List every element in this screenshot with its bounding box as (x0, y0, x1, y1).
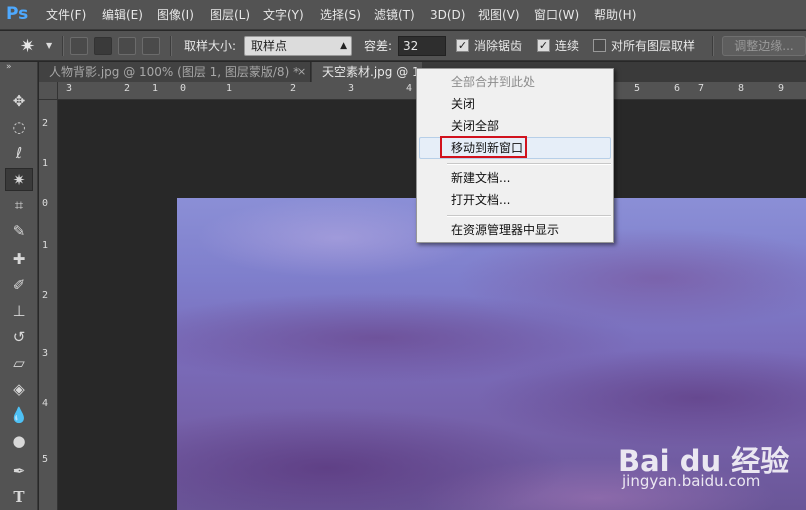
ruler-label: 0 (42, 198, 49, 209)
sample-size-label: 取样大小: (184, 39, 237, 53)
menu-help[interactable]: 帮助(H) (594, 0, 636, 30)
contiguous-checkbox[interactable]: ✓ (537, 39, 550, 52)
menu-3d[interactable]: 3D(D) (430, 0, 465, 30)
collapse-panel-icon[interactable]: » (6, 62, 12, 72)
ruler-corner (39, 82, 58, 100)
ruler-label: 1 (42, 240, 49, 251)
ruler-label: 2 (42, 290, 49, 301)
ruler-label: 3 (66, 83, 73, 94)
magic-wand-icon[interactable]: ✷ (20, 36, 35, 57)
ruler-label: 9 (778, 83, 785, 94)
type-tool-icon[interactable]: T (5, 486, 33, 509)
highlight-annotation-box (440, 136, 527, 158)
history-brush-tool-icon[interactable]: ↺ (5, 326, 33, 349)
crop-tool-icon[interactable]: ⌗ (5, 194, 33, 217)
menu-item-consolidate-all-here[interactable]: 全部合并到此处 (419, 71, 611, 93)
brush-tool-icon[interactable]: ✐ (5, 274, 33, 297)
sample-size-value: 取样点 (251, 39, 288, 53)
eyedropper-tool-icon[interactable]: ✎ (5, 220, 33, 243)
lasso-tool-icon[interactable]: ℓ (5, 142, 33, 165)
intersect-selection-button[interactable] (142, 37, 160, 55)
ruler-label: 2 (290, 83, 297, 94)
baidu-jingyan-watermark: Bai du 经验 jingyan.baidu.com (616, 424, 802, 508)
tab-title: 人物背影.jpg @ 100% (图层 1, 图层蒙版/8) * (49, 65, 300, 79)
ruler-label: 2 (124, 83, 131, 94)
tools-panel: » ✥ ◌ ℓ ✷ ⌗ ✎ ✚ ✐ ⊥ ↺ ▱ ◈ 💧 ● ✒ T (0, 62, 38, 510)
options-bar: ✷ ▼ 取样大小: 取样点 ▲ 容差: 32 ✓ 消除锯齿 ✓ 连续 对所有图层… (0, 31, 806, 61)
ruler-label: 3 (42, 348, 49, 359)
move-tool-icon[interactable]: ✥ (5, 90, 33, 113)
ruler-label: 2 (42, 118, 49, 129)
sample-all-layers-label: 对所有图层取样 (611, 39, 696, 53)
tolerance-label: 容差: (364, 39, 393, 53)
subtract-from-selection-button[interactable] (118, 37, 136, 55)
photoshop-logo: Ps (6, 4, 29, 24)
menu-image[interactable]: 图像(I) (157, 0, 194, 30)
menu-item-close[interactable]: 关闭 (419, 93, 611, 115)
watermark-url: jingyan.baidu.com (622, 472, 761, 490)
ruler-label: 1 (152, 83, 159, 94)
eraser-tool-icon[interactable]: ▱ (5, 352, 33, 375)
menu-item-close-all[interactable]: 关闭全部 (419, 115, 611, 137)
ruler-label: 3 (348, 83, 355, 94)
ruler-label: 1 (226, 83, 233, 94)
paint-bucket-tool-icon[interactable]: ◈ (5, 378, 33, 401)
magic-wand-tool-icon[interactable]: ✷ (5, 168, 33, 191)
ruler-label: 5 (42, 454, 49, 465)
tab-sky-material[interactable]: 天空素材.jpg @ 1 (312, 62, 422, 82)
clone-stamp-tool-icon[interactable]: ⊥ (5, 300, 33, 323)
tolerance-input[interactable]: 32 (398, 36, 446, 56)
ruler-label: 5 (634, 83, 641, 94)
add-to-selection-button[interactable] (94, 37, 112, 55)
menu-filter[interactable]: 滤镜(T) (374, 0, 415, 30)
menu-separator (447, 163, 611, 165)
ruler-label: 7 (698, 83, 705, 94)
tab-title: 天空素材.jpg @ 1 (322, 65, 420, 79)
pen-tool-icon[interactable]: ✒ (5, 460, 33, 483)
menu-file[interactable]: 文件(F) (46, 0, 86, 30)
ruler-label: 0 (180, 83, 187, 94)
ruler-label: 6 (674, 83, 681, 94)
marquee-tool-icon[interactable]: ◌ (5, 116, 33, 139)
menu-item-reveal-in-explorer[interactable]: 在资源管理器中显示 (419, 219, 611, 241)
menu-edit[interactable]: 编辑(E) (102, 0, 143, 30)
ruler-label: 4 (42, 398, 49, 409)
select-arrows-icon: ▲ (340, 41, 347, 51)
tab-person-back[interactable]: 人物背影.jpg @ 100% (图层 1, 图层蒙版/8) * × (39, 62, 311, 82)
menu-select[interactable]: 选择(S) (320, 0, 361, 30)
ruler-label: 8 (738, 83, 745, 94)
menu-item-new-document[interactable]: 新建文档... (419, 167, 611, 189)
new-selection-button[interactable] (70, 37, 88, 55)
menu-type[interactable]: 文字(Y) (263, 0, 304, 30)
ruler-label: 4 (406, 83, 413, 94)
refine-edge-button[interactable]: 调整边缘... (722, 36, 806, 56)
blur-tool-icon[interactable]: 💧 (5, 404, 33, 427)
menu-window[interactable]: 窗口(W) (534, 0, 579, 30)
sample-all-layers-checkbox[interactable] (593, 39, 606, 52)
contiguous-label: 连续 (555, 39, 580, 53)
sample-size-select[interactable]: 取样点 ▲ (244, 36, 352, 56)
tool-preset-chevron-down-icon[interactable]: ▼ (46, 41, 52, 50)
menu-separator (447, 215, 611, 217)
menu-layer[interactable]: 图层(L) (210, 0, 250, 30)
menu-bar: Ps 文件(F) 编辑(E) 图像(I) 图层(L) 文字(Y) 选择(S) 滤… (0, 0, 806, 30)
antialias-checkbox[interactable]: ✓ (456, 39, 469, 52)
healing-brush-tool-icon[interactable]: ✚ (5, 248, 33, 271)
antialias-label: 消除锯齿 (474, 39, 523, 53)
ruler-label: 1 (42, 158, 49, 169)
menu-item-open-document[interactable]: 打开文档... (419, 189, 611, 211)
ruler-left: 2 1 0 1 2 3 4 5 (39, 100, 58, 510)
menu-view[interactable]: 视图(V) (478, 0, 520, 30)
tab-close-icon[interactable]: × (297, 62, 306, 82)
dodge-tool-icon[interactable]: ● (5, 430, 33, 453)
